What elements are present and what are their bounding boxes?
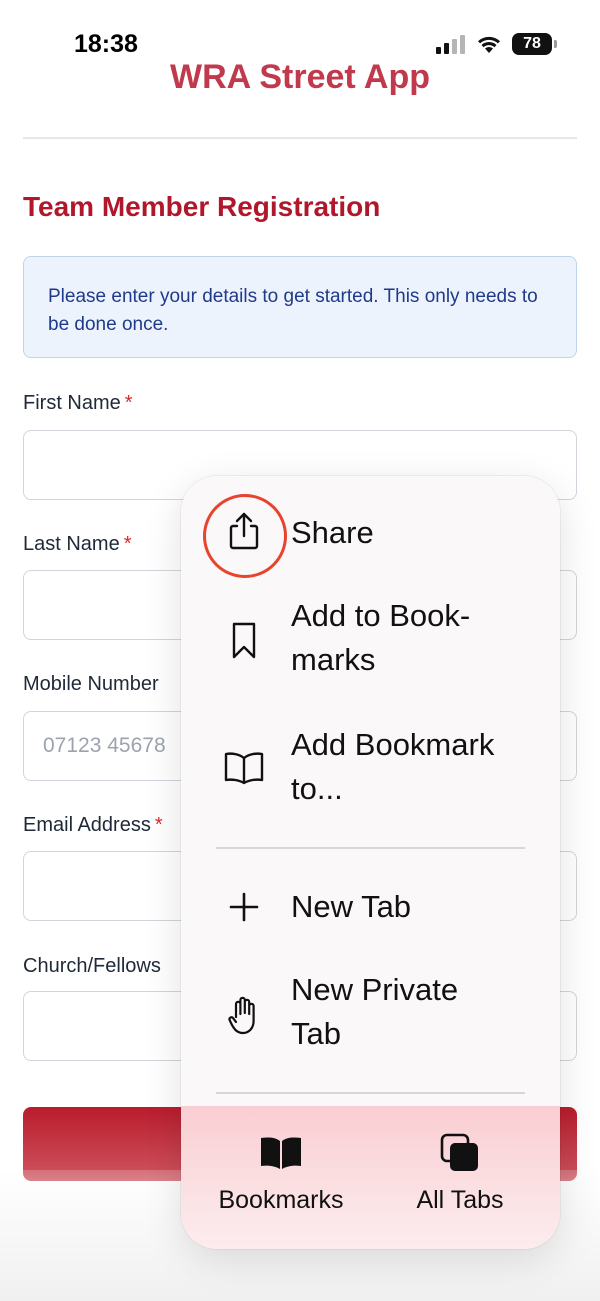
status-icons: 78 [436,33,557,55]
status-time: 18:38 [74,30,138,58]
menu-item-new-tab[interactable]: New Tab [181,876,560,938]
open-book-icon [219,743,269,793]
context-menu: Share Add to Book- marks Add Bookmark to… [181,476,560,1249]
church-fellowship-label: Church/Fellows [23,955,161,978]
page-title: Team Member Registration [23,191,381,222]
menu-item-add-to-bookmarks[interactable]: Add to Book- marks [181,594,560,684]
church-fellowship-label-text: Church/Fellows [23,955,161,977]
all-tabs-label: All Tabs [416,1186,504,1214]
last-name-label: Last Name * [23,533,132,556]
highlight-circle [203,494,287,578]
menu-item-label: Add to Book- marks [291,598,471,677]
required-mark: * [124,392,133,414]
bookmarks-icon [191,1130,371,1176]
email-address-label: Email Address * [23,814,163,837]
battery-level: 78 [523,35,541,52]
menu-item-new-private-tab[interactable]: New Private Tab [181,968,560,1058]
menu-separator [216,847,525,849]
mobile-number-label: Mobile Number [23,673,159,696]
all-tabs-icon [370,1130,550,1176]
info-box: Please enter your details to get started… [23,256,577,358]
battery-indicator: 78 [512,33,557,55]
required-mark: * [154,814,163,836]
app-title: WRA Street App [169,58,431,96]
all-tabs-button[interactable]: All Tabs [370,1130,550,1215]
menu-bottom-bar: Bookmarks All Tabs [181,1106,560,1249]
email-address-label-text: Email Address [23,814,151,836]
bookmarks-label: Bookmarks [218,1186,344,1214]
first-name-label: First Name * [23,392,133,415]
wifi-icon [478,36,500,53]
last-name-label-text: Last Name [23,533,120,555]
menu-item-label: New Private Tab [291,972,459,1051]
mobile-number-label-text: Mobile Number [23,673,159,695]
plus-icon [219,882,269,932]
menu-item-label: Add Bookmark to... [291,727,495,806]
menu-item-label: Share [291,515,374,550]
cellular-signal-icon [436,35,465,54]
first-name-label-text: First Name [23,392,121,414]
bookmark-icon [219,616,269,666]
menu-item-add-bookmark-to[interactable]: Add Bookmark to... [181,723,560,813]
menu-separator [216,1092,525,1094]
bookmarks-button[interactable]: Bookmarks [191,1130,371,1215]
required-mark: * [123,533,132,555]
info-text: Please enter your details to get started… [48,286,538,335]
hand-icon [219,990,269,1040]
menu-item-label: New Tab [291,889,412,924]
header-divider [23,137,577,139]
